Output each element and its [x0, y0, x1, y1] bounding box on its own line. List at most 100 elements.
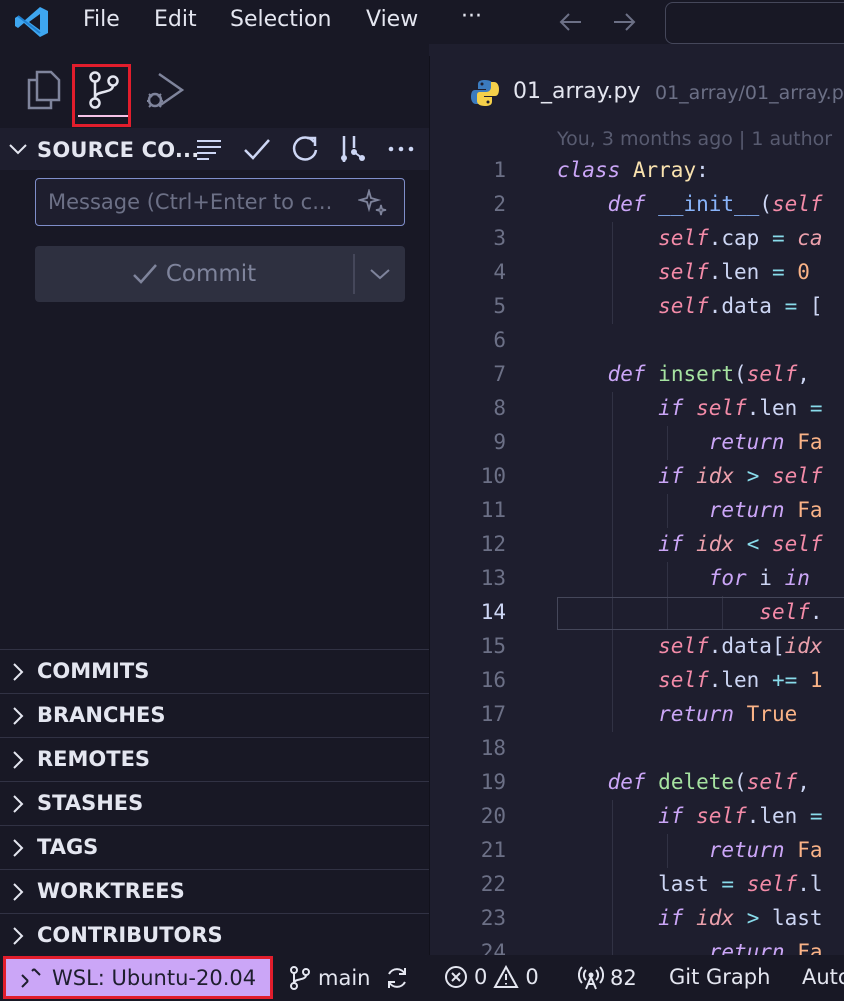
section-label: COMMITS [37, 659, 150, 683]
status-bar: WSL: Ubuntu-20.04 main 0 0 82 Git Graph … [0, 955, 844, 1001]
code-line: self.cap = ca [658, 226, 823, 250]
code-line: if idx > self [658, 464, 823, 488]
remote-indicator[interactable]: WSL: Ubuntu-20.04 [3, 956, 273, 999]
section-tags[interactable]: TAGS [0, 825, 429, 869]
line-number: 4 [493, 260, 506, 284]
commit-label: Commit [165, 261, 257, 287]
section-label: STASHES [37, 791, 144, 815]
git-graph-status[interactable]: Git Graph [669, 965, 770, 989]
line-number: 22 [480, 872, 506, 896]
more-actions-icon[interactable] [386, 134, 416, 164]
sync-icon[interactable] [384, 965, 410, 991]
commit-message-input[interactable] [48, 187, 348, 217]
chevron-down-icon [9, 144, 27, 155]
code-line: if idx < self [658, 532, 823, 556]
ports-status[interactable]: 82 [578, 965, 637, 991]
problems-status[interactable]: 0 0 [444, 965, 539, 989]
branch-name: main [318, 966, 371, 990]
refresh-icon[interactable] [290, 134, 320, 164]
section-label: WORKTREES [37, 879, 185, 903]
python-icon [471, 80, 499, 106]
sparkle-icon[interactable] [358, 189, 388, 217]
menu-selection[interactable]: Selection [230, 7, 331, 32]
line-number: 17 [480, 702, 506, 726]
line-number: 15 [480, 634, 506, 658]
back-arrow-icon[interactable] [557, 8, 585, 36]
chevron-down-icon [370, 269, 390, 280]
check-icon [132, 264, 157, 284]
menu-more[interactable]: ··· [461, 4, 482, 29]
section-label: BRANCHES [37, 703, 166, 727]
menu-view[interactable]: View [366, 7, 418, 32]
line-number: 9 [493, 430, 506, 454]
code-line: def delete(self, [607, 770, 810, 794]
line-number: 18 [480, 736, 506, 760]
warning-count: 0 [525, 965, 539, 989]
editor-tab-path: 01_array/01_array.py [655, 82, 844, 104]
code-line: self.data = [ [658, 294, 823, 318]
code-line: for i in [708, 566, 810, 590]
line-number: 14 [480, 600, 506, 624]
code-line: return Fa [708, 940, 823, 955]
section-remotes[interactable]: REMOTES [0, 737, 429, 781]
view-as-list-icon[interactable] [194, 134, 224, 164]
title-bar: File Edit Selection View ··· [0, 0, 844, 44]
branch-status[interactable]: main [288, 965, 410, 991]
command-center[interactable] [665, 2, 844, 44]
chevron-right-icon [13, 795, 24, 813]
code-line: return True [658, 702, 798, 726]
commit-check-icon[interactable] [242, 134, 272, 164]
chevron-right-icon [13, 839, 24, 857]
warning-icon [493, 965, 520, 988]
line-number: 1 [493, 158, 506, 182]
line-number: 7 [493, 362, 506, 386]
line-number: 23 [480, 906, 506, 930]
section-stashes[interactable]: STASHES [0, 781, 429, 825]
commit-dropdown-button[interactable] [355, 246, 405, 302]
code-line: return Fa [708, 430, 823, 454]
code-line: self.data[idx [658, 634, 823, 658]
section-label: TAGS [37, 835, 99, 859]
commit-message-field[interactable] [35, 178, 405, 226]
line-number: 24 [480, 940, 506, 955]
git-blame-annotation[interactable]: You, 3 months ago | 1 author [557, 128, 832, 150]
chevron-right-icon [13, 663, 24, 681]
code-line: if idx > last [658, 906, 823, 930]
editor-tab-filename[interactable]: 01_array.py [513, 79, 641, 104]
ports-count: 82 [610, 966, 637, 990]
code-line: return Fa [708, 838, 823, 862]
code-line: self. [759, 600, 823, 624]
commit-button-group: Commit [35, 246, 405, 302]
line-number: 16 [480, 668, 506, 692]
line-number: 6 [493, 328, 506, 352]
code-line: self.len = 0 [658, 260, 810, 284]
remote-label: WSL: Ubuntu-20.04 [52, 965, 257, 990]
menu-edit[interactable]: Edit [154, 7, 197, 32]
remote-icon [21, 967, 41, 988]
code-line: def insert(self, [607, 362, 810, 386]
git-graph-icon[interactable] [337, 134, 367, 164]
section-contributors[interactable]: CONTRIBUTORS [0, 913, 429, 957]
section-worktrees[interactable]: WORKTREES [0, 869, 429, 913]
run-debug-icon[interactable] [143, 70, 185, 112]
line-number: 19 [480, 770, 506, 794]
section-label: REMOTES [37, 747, 151, 771]
chevron-right-icon [13, 707, 24, 725]
ports-icon [578, 966, 604, 990]
source-control-header[interactable]: SOURCE CO... [0, 128, 429, 170]
code-line: if self.len = [658, 804, 823, 828]
menu-file[interactable]: File [83, 7, 120, 32]
chevron-right-icon [13, 927, 24, 945]
error-count: 0 [474, 965, 488, 989]
forward-arrow-icon[interactable] [610, 8, 638, 36]
chevron-right-icon [13, 883, 24, 901]
section-branches[interactable]: BRANCHES [0, 693, 429, 737]
commit-button[interactable]: Commit [35, 246, 353, 302]
auto-status[interactable]: Auto [802, 965, 844, 989]
vscode-logo-icon[interactable] [14, 5, 50, 39]
chevron-right-icon [13, 751, 24, 769]
explorer-icon[interactable] [25, 70, 63, 110]
line-number: 8 [493, 396, 506, 420]
section-commits[interactable]: COMMITS [0, 649, 429, 693]
section-label: CONTRIBUTORS [37, 923, 223, 947]
